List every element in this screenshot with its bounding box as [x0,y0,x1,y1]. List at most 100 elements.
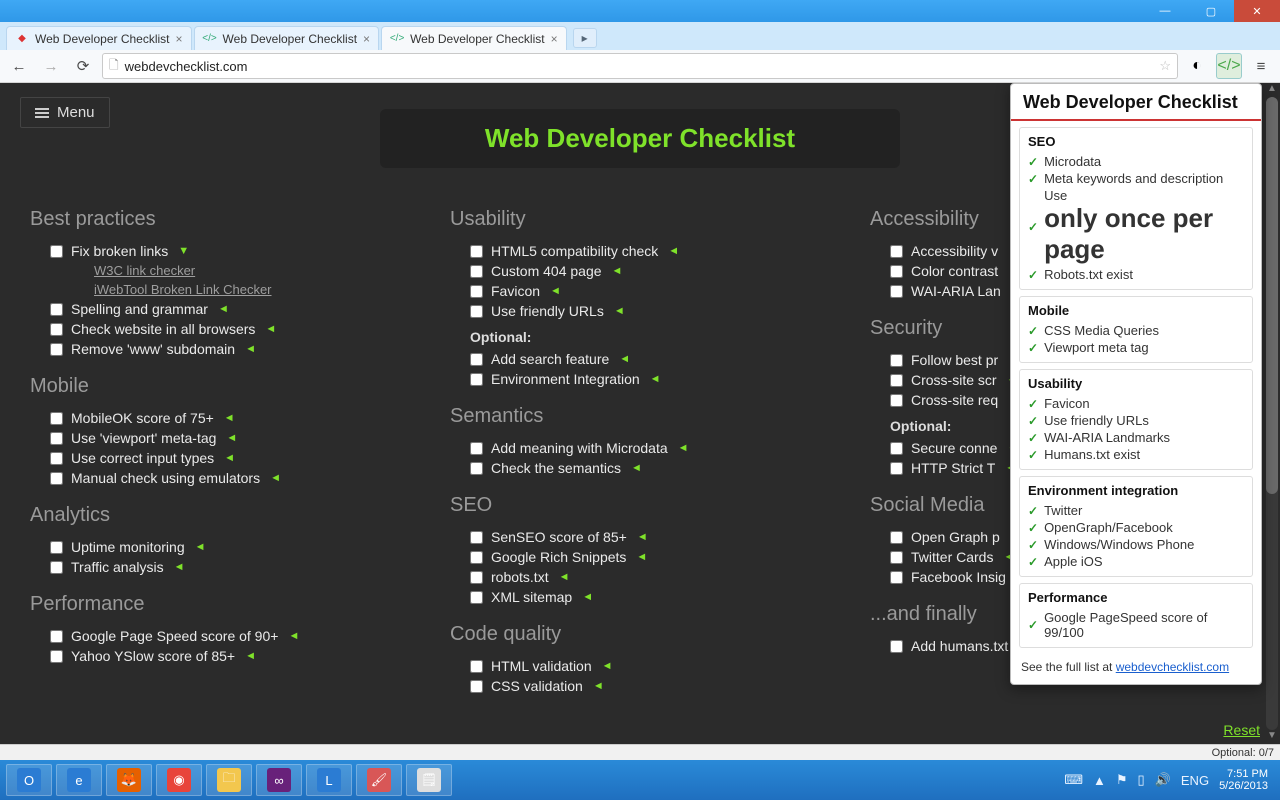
tray-up-icon[interactable]: ▲ [1093,773,1106,788]
expand-arrow-icon[interactable]: ◄ [602,660,613,672]
item-checkbox[interactable] [890,265,903,278]
item-checkbox[interactable] [470,305,483,318]
checklist-item[interactable]: Use 'viewport' meta-tag ◄ [50,428,410,448]
window-minimize-button[interactable] [1142,0,1188,22]
expand-arrow-icon[interactable]: ◄ [270,472,281,484]
checklist-item[interactable]: Use correct input types ◄ [50,448,410,468]
taskbar-app-explorer[interactable]: 🗀 [206,764,252,796]
checklist-item[interactable]: Add search feature ◄ [470,349,830,369]
reset-link[interactable]: Reset [1223,722,1260,738]
extension-footer-link[interactable]: webdevchecklist.com [1116,660,1229,674]
expand-arrow-icon[interactable]: ◄ [288,630,299,642]
tab-close-icon[interactable]: × [363,32,370,46]
tab-close-icon[interactable]: × [176,32,183,46]
checklist-item[interactable]: Google Rich Snippets ◄ [470,547,830,567]
item-checkbox[interactable] [890,394,903,407]
taskbar-app-visualstudio[interactable]: ∞ [256,764,302,796]
item-checkbox[interactable] [470,285,483,298]
checklist-item[interactable]: Environment Integration ◄ [470,369,830,389]
checklist-item[interactable]: CSS validation ◄ [470,676,830,696]
expand-arrow-icon[interactable]: ◄ [224,452,235,464]
checklist-item[interactable]: robots.txt ◄ [470,567,830,587]
taskbar-app-ie[interactable]: e [56,764,102,796]
forward-button[interactable]: → [38,53,64,79]
expand-arrow-icon[interactable]: ◄ [612,265,623,277]
item-checkbox[interactable] [890,285,903,298]
expand-arrow-icon[interactable]: ◄ [637,531,648,543]
checklist-item[interactable]: Use friendly URLs ◄ [470,301,830,321]
item-checkbox[interactable] [890,374,903,387]
new-tab-button[interactable]: ▸ [573,28,597,48]
item-checkbox[interactable] [890,531,903,544]
expand-arrow-icon[interactable]: ◄ [559,571,570,583]
expand-arrow-icon[interactable]: ◄ [195,541,206,553]
scroll-up-arrow-icon[interactable]: ▲ [1264,83,1280,97]
item-checkbox[interactable] [50,343,63,356]
tab-close-icon[interactable]: × [551,32,558,46]
taskbar-app-outlook[interactable]: O [6,764,52,796]
item-checkbox[interactable] [890,640,903,653]
item-checkbox[interactable] [890,354,903,367]
item-checkbox[interactable] [890,245,903,258]
sublink[interactable]: W3C link checker [94,261,410,280]
item-checkbox[interactable] [50,323,63,336]
item-checkbox[interactable] [890,462,903,475]
scroll-down-arrow-icon[interactable]: ▼ [1264,730,1280,744]
item-checkbox[interactable] [50,452,63,465]
scrollbar-thumb[interactable] [1266,97,1278,494]
checklist-item[interactable]: HTML5 compatibility check ◄ [470,241,830,261]
checklist-item[interactable]: MobileOK score of 75+ ◄ [50,408,410,428]
item-checkbox[interactable] [50,432,63,445]
item-checkbox[interactable] [50,561,63,574]
taskbar-app-chrome[interactable]: ◉ [156,764,202,796]
checklist-item[interactable]: Add meaning with Microdata ◄ [470,438,830,458]
expand-arrow-icon[interactable]: ◄ [636,551,647,563]
checklist-item[interactable]: Traffic analysis ◄ [50,557,410,577]
checklist-item[interactable]: Spelling and grammar ◄ [50,299,410,319]
expand-arrow-icon[interactable]: ◄ [224,412,235,424]
item-checkbox[interactable] [50,541,63,554]
taskbar-app-lync[interactable]: L [306,764,352,796]
item-checkbox[interactable] [470,531,483,544]
taskbar-clock[interactable]: 7:51 PM 5/26/2013 [1219,768,1274,792]
item-checkbox[interactable] [470,442,483,455]
taskbar-app-firefox[interactable]: 🦊 [106,764,152,796]
back-button[interactable]: ← [6,53,32,79]
item-checkbox[interactable] [470,373,483,386]
item-checkbox[interactable] [50,412,63,425]
network-icon[interactable]: ▯ [1138,772,1145,788]
reload-button[interactable]: ⟳ [70,53,96,79]
expand-arrow-icon[interactable]: ◄ [218,303,229,315]
checklist-item[interactable]: Favicon ◄ [470,281,830,301]
item-checkbox[interactable] [470,551,483,564]
chrome-menu-button[interactable]: ≡ [1248,53,1274,79]
item-checkbox[interactable] [470,591,483,604]
checklist-item[interactable]: Custom 404 page ◄ [470,261,830,281]
extension-icon-1[interactable]: ◐ [1184,53,1210,79]
address-bar[interactable]: 🗋 webdevchecklist.com ☆ [102,53,1178,79]
checklist-item[interactable]: Check the semantics ◄ [470,458,830,478]
checklist-item[interactable]: SenSEO score of 85+ ◄ [470,527,830,547]
expand-arrow-icon[interactable]: ◄ [265,323,276,335]
expand-arrow-icon[interactable]: ◄ [593,680,604,692]
checklist-item[interactable]: Check website in all browsers ◄ [50,319,410,339]
expand-arrow-icon[interactable]: ◄ [668,245,679,257]
vertical-scrollbar[interactable]: ▲ ▼ [1264,83,1280,744]
keyboard-icon[interactable]: ⌨ [1064,772,1083,788]
browser-tab[interactable]: </>Web Developer Checklist× [194,26,380,50]
expand-arrow-icon[interactable]: ◄ [614,305,625,317]
item-checkbox[interactable] [890,442,903,455]
site-info-icon[interactable]: 🗋 [109,56,119,77]
expand-arrow-icon[interactable]: ◄ [631,462,642,474]
item-checkbox[interactable] [50,630,63,643]
flag-icon[interactable]: ⚑ [1116,772,1128,788]
site-menu-button[interactable]: Menu [20,97,110,128]
bookmark-star-icon[interactable]: ☆ [1159,58,1171,74]
item-checkbox[interactable] [470,462,483,475]
volume-icon[interactable]: 🔊 [1155,772,1171,788]
extension-icon-checklist[interactable]: </> [1216,53,1242,79]
item-checkbox[interactable] [890,551,903,564]
sublink[interactable]: iWebTool Broken Link Checker [94,280,410,299]
expand-arrow-icon[interactable]: ◄ [550,285,561,297]
item-checkbox[interactable] [470,245,483,258]
